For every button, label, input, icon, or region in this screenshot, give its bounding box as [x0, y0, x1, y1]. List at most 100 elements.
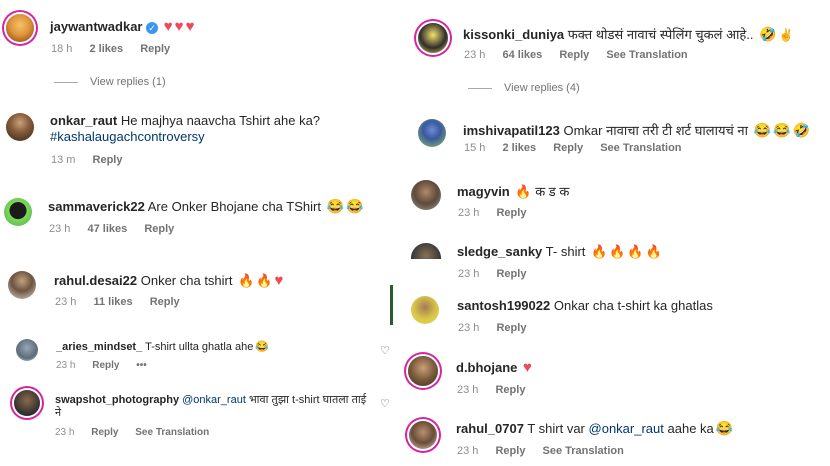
reply-button[interactable]: Reply — [559, 49, 589, 61]
avatar[interactable] — [411, 180, 441, 210]
username[interactable]: rahul.desai22 — [54, 273, 137, 288]
avatar[interactable] — [411, 243, 441, 259]
reply-button[interactable]: Reply — [496, 207, 526, 219]
comment-line: _aries_mindset_ T-shirt ullta ghatla ahe… — [56, 340, 269, 353]
likes-count[interactable]: 11 likes — [93, 296, 132, 308]
comment-text: क ड क — [535, 184, 570, 199]
mention-link[interactable]: @onkar_raut — [182, 394, 246, 406]
divider — [54, 81, 78, 83]
timestamp: 23 h — [457, 445, 479, 457]
view-replies-button[interactable]: View replies (4) — [468, 82, 580, 94]
heart-emoji-icon: ♥ — [174, 18, 184, 35]
comment-line: kissonki_duniya फक्त थोडसं नावाचं स्पेलि… — [463, 25, 794, 43]
reply-button[interactable]: Reply — [496, 322, 526, 334]
avatar[interactable] — [16, 339, 38, 361]
fire-emoji-icon: 🔥 — [645, 244, 662, 259]
avatar[interactable] — [418, 23, 448, 53]
avatar[interactable] — [6, 113, 34, 141]
comment-line: d.bhojane ♥ — [456, 359, 532, 376]
hashtag-link[interactable]: #kashalaugachcontroversy — [50, 129, 205, 144]
likes-count[interactable]: 47 likes — [87, 223, 127, 235]
laughing-emoji-icon: 😂 — [753, 122, 771, 138]
see-translation-button[interactable]: See Translation — [543, 445, 624, 457]
comment-line: imshivapatil123 Omkar नावाचा तरी टी शर्ट… — [463, 121, 810, 139]
see-translation-button[interactable]: See Translation — [606, 49, 687, 61]
laughing-emoji-icon: 😂 — [326, 198, 345, 214]
comment-meta: 13 m Reply — [51, 154, 137, 166]
mention-link[interactable]: @onkar_raut — [589, 421, 664, 436]
timestamp: 23 h — [458, 207, 480, 219]
comment-text: T-shirt ullta ghatla ahe — [145, 341, 254, 353]
timestamp: 18 h — [51, 43, 73, 55]
avatar[interactable] — [14, 390, 40, 416]
grinning-emoji-icon: 🤣 — [792, 122, 810, 138]
likes-count[interactable]: 64 likes — [502, 49, 542, 61]
view-replies-button[interactable]: View replies (1) — [54, 76, 166, 88]
reply-button[interactable]: Reply — [150, 296, 180, 308]
like-heart-icon[interactable]: ♡ — [380, 397, 390, 410]
reply-button[interactable]: Reply — [144, 223, 174, 235]
avatar[interactable] — [418, 119, 446, 147]
timestamp: 23 h — [457, 384, 479, 396]
fire-emoji-icon: 🔥 — [238, 273, 255, 288]
scrollbar[interactable] — [390, 285, 393, 325]
reply-button[interactable]: Reply — [553, 142, 583, 154]
avatar[interactable] — [411, 296, 439, 324]
comment-text: Onker cha tshirt — [140, 273, 233, 288]
like-heart-icon[interactable]: ♡ — [380, 344, 390, 357]
username[interactable]: sammaverick22 — [48, 199, 145, 214]
username[interactable]: santosh199022 — [457, 298, 550, 313]
see-translation-button[interactable]: See Translation — [135, 427, 209, 438]
username[interactable]: kissonki_duniya — [463, 27, 564, 42]
username[interactable]: swapshot_photography — [55, 394, 179, 406]
reply-button[interactable]: Reply — [495, 384, 525, 396]
comment-meta: 23 h Reply — [458, 207, 540, 219]
username[interactable]: d.bhojane — [456, 360, 517, 375]
comment-line: santosh199022 Onkar cha t-shirt ka ghatl… — [457, 298, 713, 313]
reply-button[interactable]: Reply — [140, 43, 170, 55]
divider — [468, 87, 492, 89]
comment-text: T shirt var — [527, 421, 585, 436]
fire-emoji-icon: 🔥 — [591, 244, 608, 259]
username[interactable]: imshivapatil123 — [463, 123, 560, 138]
username[interactable]: sledge_sanky — [457, 244, 542, 259]
laughing-emoji-icon: 😂 — [255, 341, 270, 353]
comment-meta: 23 h Reply See Translation — [55, 427, 223, 438]
comment-text: भावा तुझा t-shirt घातला ताई — [248, 394, 367, 406]
timestamp: 23 h — [458, 268, 480, 280]
avatar[interactable] — [6, 14, 34, 42]
avatar[interactable] — [8, 271, 36, 299]
reply-button[interactable]: Reply — [93, 154, 123, 166]
reply-button[interactable]: Reply — [91, 427, 118, 438]
username[interactable]: magyvin — [457, 184, 510, 199]
reply-button[interactable]: Reply — [496, 268, 526, 280]
likes-count[interactable]: 2 likes — [502, 142, 536, 154]
comment-line: onkar_raut He majhya naavcha Tshirt ahe … — [50, 113, 320, 128]
comment-line: sammaverick22 Are Onker Bhojane cha TShi… — [48, 198, 363, 215]
victory-hand-emoji-icon: ✌ — [778, 28, 794, 42]
comment-text: Are Onker Bhojane cha TShirt — [147, 199, 321, 214]
more-options-button[interactable]: ••• — [136, 360, 147, 371]
see-translation-button[interactable]: See Translation — [600, 142, 681, 154]
fire-emoji-icon: 🔥 — [515, 184, 532, 199]
comment-line: rahul.desai22 Onker cha tshirt 🔥 🔥 ♥ — [54, 272, 283, 289]
comment-meta: 23 h 11 likes Reply — [55, 296, 194, 308]
avatar[interactable] — [4, 198, 32, 226]
username[interactable]: rahul_0707 — [456, 421, 524, 436]
verified-icon: ✓ — [146, 21, 159, 34]
comment-text: फक्त थोडसं नावाचं स्पेलिंग चुकलं आहे.. — [567, 27, 754, 42]
timestamp: 23 h — [464, 49, 486, 61]
username[interactable]: onkar_raut — [50, 113, 117, 128]
likes-count[interactable]: 2 likes — [89, 43, 123, 55]
reply-button[interactable]: Reply — [495, 445, 525, 457]
comment-line: sledge_sanky T- shirt 🔥 🔥 🔥 🔥 — [457, 244, 662, 260]
username[interactable]: jaywantwadkar — [50, 19, 143, 34]
username[interactable]: _aries_mindset_ — [56, 341, 142, 353]
heart-emoji-icon: ♥ — [523, 359, 532, 376]
comment-meta: 23 h Reply See Translation — [457, 445, 638, 457]
view-replies-label: View replies (1) — [90, 76, 166, 88]
reply-button[interactable]: Reply — [92, 360, 119, 371]
comment-meta: 23 h Reply — [458, 322, 540, 334]
avatar[interactable] — [408, 356, 438, 386]
avatar[interactable] — [409, 421, 437, 449]
